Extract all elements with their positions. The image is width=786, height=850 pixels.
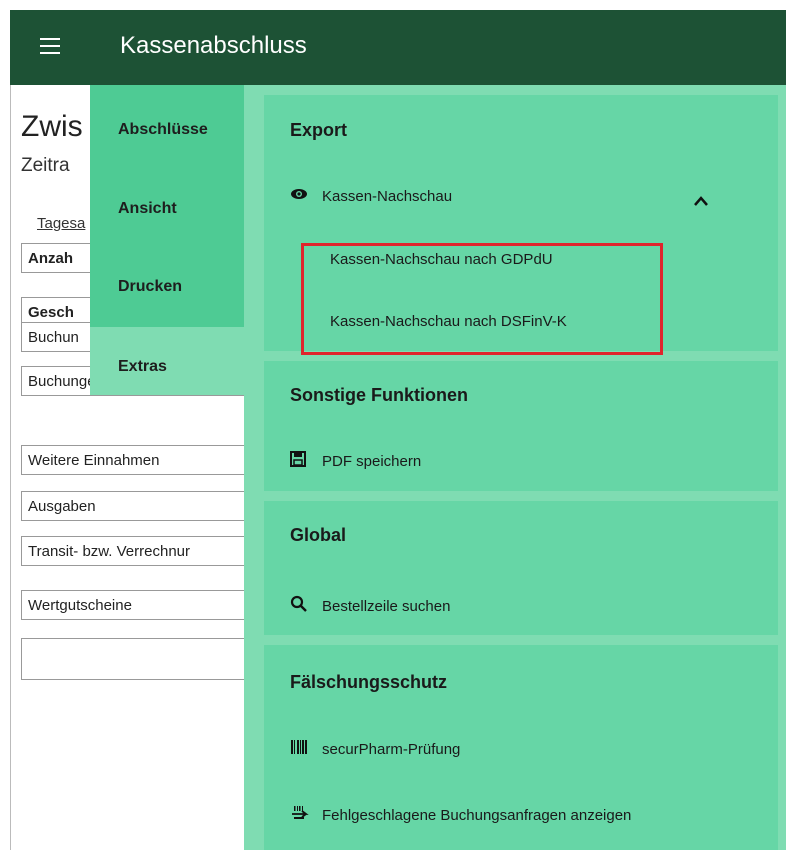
tab-tagesabschluss[interactable]: Tagesa (37, 215, 85, 232)
section-sonstige: Sonstige Funktionen PDF speichern (264, 361, 778, 491)
table-row[interactable] (21, 638, 261, 680)
page-title: Zwis (21, 110, 83, 143)
tab-label: Tagesa (37, 215, 86, 232)
section-title: Fälschungsschutz (290, 672, 448, 692)
pdf-speichern-item[interactable]: PDF speichern (290, 451, 421, 472)
eye-icon (290, 187, 312, 206)
section-title: Global (290, 525, 347, 545)
table-row[interactable]: Ausgaben (21, 491, 261, 521)
item-label: Kassen-Nachschau (322, 188, 453, 205)
left-nav: Abschlüsse Ansicht Drucken Extras (90, 85, 244, 395)
section-export: Export Kassen-Nachschau Kassen-Nachschau… (264, 95, 778, 355)
title-bar: Kassenabschluss (10, 10, 786, 85)
kassen-nachschau-item[interactable]: Kassen-Nachschau (290, 187, 452, 206)
section-global: Global Bestellzeile suchen (264, 501, 778, 635)
highlight-box (301, 243, 663, 355)
table-row[interactable]: Wertgutscheine (21, 590, 261, 620)
securpharm-item[interactable]: securPharm-Prüfung (290, 739, 460, 760)
page-subtitle: Zeitra (21, 155, 70, 176)
bestellzeile-suchen-item[interactable]: Bestellzeile suchen (290, 595, 450, 618)
floppy-disk-icon (290, 451, 312, 472)
item-label: Fehlgeschlagene Buchungsanfragen anzeige… (322, 807, 632, 824)
app-title: Kassenabschluss (120, 32, 307, 59)
section-title: Sonstige Funktionen (290, 385, 468, 405)
nav-item-ansicht[interactable]: Ansicht (118, 200, 177, 218)
barcode-icon (290, 739, 312, 760)
scanner-icon (290, 805, 312, 826)
table-row[interactable]: Transit- bzw. Verrechnur (21, 536, 261, 566)
item-label: securPharm-Prüfung (322, 741, 461, 758)
nav-item-drucken[interactable]: Drucken (118, 278, 182, 296)
fehlgeschlagene-buchungsanfragen-item[interactable]: Fehlgeschlagene Buchungsanfragen anzeige… (290, 805, 631, 826)
nav-item-abschluesse[interactable]: Abschlüsse (118, 121, 208, 139)
menu-icon[interactable] (40, 38, 60, 54)
section-title: Export (290, 120, 348, 140)
item-label: PDF speichern (322, 453, 422, 470)
nav-item-extras[interactable]: Extras (118, 358, 167, 376)
search-icon (290, 595, 312, 618)
item-label: Bestellzeile suchen (322, 598, 451, 615)
chevron-up-icon[interactable] (694, 193, 708, 207)
table-row[interactable]: Weitere Einnahmen (21, 445, 261, 475)
extras-panel: Export Kassen-Nachschau Kassen-Nachschau… (244, 85, 786, 850)
section-faelschungsschutz: Fälschungsschutz securPharm-Prüfung Fehl… (264, 645, 778, 850)
